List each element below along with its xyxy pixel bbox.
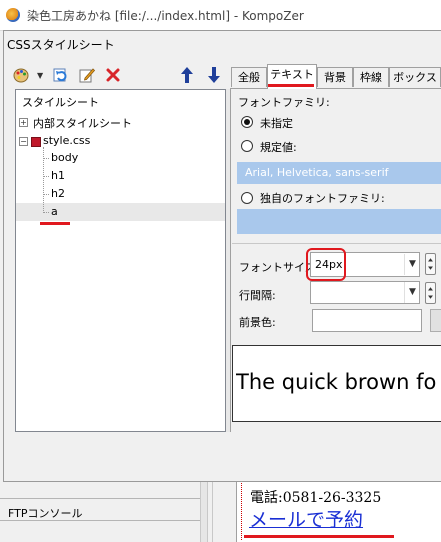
tree-guide-line — [43, 212, 49, 213]
delete-icon[interactable] — [105, 67, 121, 83]
chevron-down-icon[interactable]: ▼ — [404, 254, 420, 275]
tree-item-h1[interactable]: h1 — [51, 169, 65, 182]
stylesheet-file-icon — [31, 137, 41, 147]
palette-icon[interactable] — [13, 67, 29, 83]
tree-item-a[interactable]: a — [51, 205, 58, 218]
font-size-spinner[interactable] — [425, 253, 436, 275]
tree-guide-line — [43, 194, 49, 195]
tree-item-internal-stylesheet[interactable]: 内部スタイルシート — [33, 115, 132, 131]
tree-item-style-css[interactable]: style.css — [43, 134, 90, 147]
panel-splitter[interactable] — [200, 481, 208, 542]
ftp-console-label[interactable]: FTPコンソール — [8, 505, 83, 521]
tree-item-body[interactable]: body — [51, 151, 78, 164]
tab-box[interactable]: ボックス — [389, 67, 441, 87]
refresh-icon[interactable] — [53, 67, 69, 83]
move-up-icon[interactable] — [180, 66, 194, 84]
radio-custom-font-label[interactable]: 独自のフォントファミリ: — [260, 190, 385, 206]
tree-item-h2[interactable]: h2 — [51, 187, 65, 200]
foreground-color-input[interactable] — [312, 309, 422, 332]
annotation-underline-tab — [268, 84, 314, 87]
line-height-spinner[interactable] — [425, 282, 436, 304]
radio-predefined-label[interactable]: 規定値: — [260, 139, 297, 155]
section-separator — [232, 243, 441, 244]
edit-icon[interactable] — [79, 67, 95, 83]
chevron-down-icon[interactable]: ▼ — [404, 282, 420, 303]
annotation-underline-link — [244, 535, 394, 538]
annotation-underline-a — [40, 222, 70, 225]
kompozer-app-icon — [6, 8, 20, 22]
tree-guide-line — [43, 176, 49, 177]
tree-expander-style-css[interactable]: − — [19, 137, 28, 146]
tree-guide-line — [43, 158, 49, 159]
radio-custom-font[interactable] — [241, 192, 253, 204]
dialog-title: CSSスタイルシート — [7, 38, 115, 52]
editor-phone-text[interactable]: 電話:0581-26-3325 — [250, 487, 381, 507]
editor-mail-link[interactable]: メールで予約 — [249, 505, 363, 532]
tree-guide-line — [43, 147, 44, 213]
dropdown-arrow-icon[interactable]: ▼ — [37, 71, 43, 80]
color-picker-button[interactable] — [430, 309, 441, 332]
tab-border[interactable]: 枠線 — [353, 67, 389, 87]
tab-general[interactable]: 全般 — [231, 67, 267, 87]
annotation-highlight-font-size — [306, 248, 346, 281]
window-title: 染色工房あかね [file:/.../index.html] - KompoZe… — [27, 9, 304, 23]
editor-selection-marker — [241, 483, 243, 540]
radio-predefined[interactable] — [241, 140, 253, 152]
move-down-icon[interactable] — [207, 66, 221, 84]
font-family-label: フォントファミリ: — [238, 96, 330, 109]
foreground-color-label: 前景色: — [239, 316, 276, 329]
font-preview-text: The quick brown fo — [236, 370, 437, 394]
tree-header: スタイルシート — [22, 96, 99, 109]
panel-divider — [0, 520, 200, 521]
radio-unspecified-label[interactable]: 未指定 — [260, 115, 293, 131]
editor-side-gutter — [212, 481, 229, 542]
predefined-font-value: Arial, Helvetica, sans-serif — [245, 166, 389, 179]
tree-expander-internal[interactable]: + — [19, 118, 28, 127]
tab-background[interactable]: 背景 — [317, 67, 353, 87]
line-height-label: 行間隔: — [239, 289, 276, 302]
panel-divider — [0, 498, 200, 499]
radio-unspecified[interactable] — [241, 116, 253, 128]
custom-font-input[interactable] — [237, 209, 441, 234]
